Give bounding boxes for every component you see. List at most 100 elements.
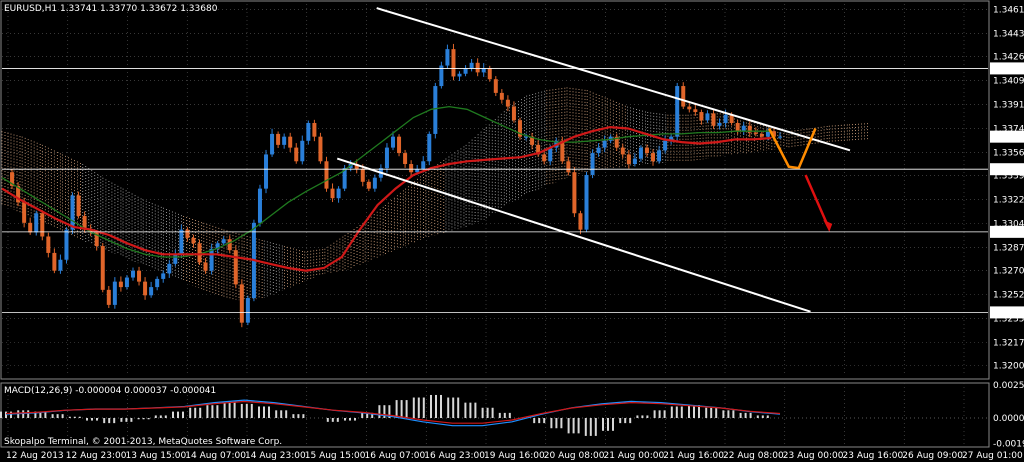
time-tick-label: 15 Aug 15:00 [305,451,366,461]
candle-body [602,140,607,148]
candle-body [245,298,250,323]
time-tick-label: 13 Aug 15:00 [126,451,187,461]
time-tick-label: 20 Aug 08:00 [544,451,605,461]
candle-body [409,164,414,173]
candle-body [469,62,474,69]
candle-body [542,154,547,162]
time-tick-label: 27 Aug 01:00 [962,451,1023,461]
candle-body [161,273,166,279]
candle-body [70,195,75,230]
candle-body [578,213,583,230]
time-tick-label: 19 Aug 16:00 [484,451,545,461]
candle-body [723,114,728,123]
candle-body [312,122,317,137]
candle-body [28,222,33,233]
time-tick-label: 16 Aug 23:00 [424,451,485,461]
candle-body [330,188,335,199]
time-tick-label: 14 Aug 07:00 [185,451,246,461]
time-tick-label: 21 Aug 00:00 [604,451,665,461]
candle-body [34,213,39,233]
candle-body [124,277,129,288]
candle-body [663,140,668,151]
candle-body [717,122,722,126]
candle-body [155,278,160,288]
candle-body [699,112,704,121]
candle-body [276,133,281,145]
candle-body [173,254,178,264]
candle-body [566,161,571,173]
price-tick-label: 1.32005 [993,362,1024,372]
time-tick-label: 23 Aug 16:00 [843,451,904,461]
candle-body [239,284,244,323]
price-tick-label: 1.33395 [993,172,1024,182]
time-tick-label: 14 Aug 23:00 [245,451,306,461]
price-chart[interactable]: 1.341791.334421.329841.323951.33680 1.34… [0,0,1024,462]
macd-tick-label: 0.00258 [993,381,1024,391]
candle-body [481,68,486,73]
candle-body [185,229,190,238]
candle-body [427,133,432,162]
candle-body [475,62,480,73]
candle-body [626,154,631,165]
candle-body [203,262,208,271]
candle-body [687,106,692,110]
candle-body [324,161,329,189]
candle-body [596,147,601,154]
candle-body [681,86,686,107]
candle-body [415,169,420,173]
candle-body [100,246,105,290]
price-tick-label: 1.34265 [993,53,1024,63]
time-tick-label: 26 Aug 09:00 [902,451,963,461]
time-tick-label: 21 Aug 16:00 [663,451,724,461]
candle-body [318,136,323,162]
price-tick-label: 1.32350 [993,315,1024,325]
candle-body [590,153,595,175]
candle-body [191,237,196,244]
candle-body [421,161,426,170]
price-tick-label: 1.34090 [993,77,1024,87]
price-tick-label: 1.33565 [993,148,1024,158]
time-tick-label: 16 Aug 07:00 [365,451,426,461]
candle-body [765,131,770,137]
time-tick-label: 23 Aug 00:00 [783,451,844,461]
time-tick-label: 22 Aug 08:00 [723,451,784,461]
candle-body [76,195,81,216]
candle-body [270,133,275,155]
candle-body [705,113,710,121]
candle-body [130,270,135,278]
candle-body [403,153,408,165]
symbol-header: EURUSD,H1 1.33741 1.33770 1.33672 1.3368… [4,4,218,14]
candle-body [336,188,341,199]
candle-body [306,122,311,141]
candle-body [233,250,238,285]
candle-body [620,147,625,155]
price-tick-label: 1.33045 [993,220,1024,230]
candle-body [257,188,262,223]
candle-body [22,202,27,223]
candle-body [693,109,698,113]
candle-body [282,136,287,145]
candle-body [651,153,656,162]
candle-body [487,68,492,80]
candle-body [657,150,662,162]
candle-body [366,181,371,189]
indicator-header: MACD(12,26,9) -0.000004 0.000037 -0.0000… [4,386,216,396]
candle-body [197,243,202,263]
candle-body [221,239,226,244]
candle-body [167,263,172,274]
time-tick-label: 12 Aug 23:00 [66,451,127,461]
candle-body [384,147,389,169]
level-price-label: 1.34179 [992,64,1024,74]
candle-body [179,229,184,255]
time-axis[interactable]: 12 Aug 2013 12 Aug 23:00 13 Aug 15:00 14 Au… [6,451,1023,461]
candle-body [300,140,305,162]
candle-body [632,158,637,165]
candle-body [143,281,148,296]
candle-body [294,147,299,162]
candle-body [52,252,57,271]
price-tick-label: 1.33915 [993,101,1024,111]
candle-body [445,49,450,66]
candle-body [372,177,377,189]
macd-tick-label: 0.0000 [993,414,1024,424]
price-tick-label: 1.33220 [993,196,1024,206]
